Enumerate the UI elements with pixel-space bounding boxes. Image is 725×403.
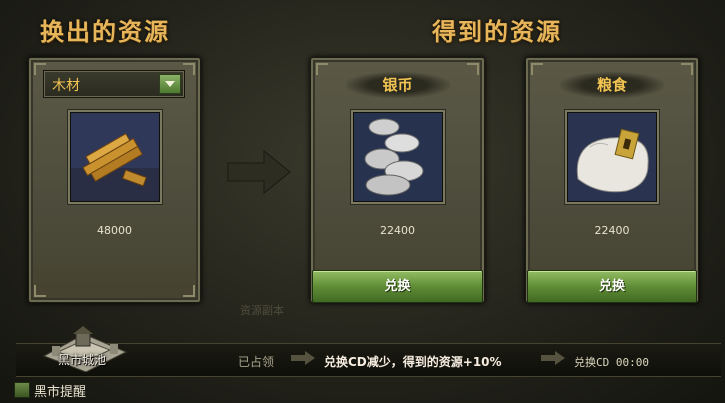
exchange-cd: 兑换CD 00:00 [574,356,649,369]
silver-coins-icon [352,112,443,202]
grain-sack-icon [567,112,657,202]
occupied-label: 已占领 [238,355,275,369]
exchange-grain-button[interactable]: 兑换 [527,270,697,303]
silver-label: 银币 [345,72,450,98]
arrow-right-icon [541,351,565,365]
reminder-label: 黑市提醒 [34,385,87,400]
grain-label: 粮食 [560,72,664,98]
receive-section-title: 得到的资源 [432,17,562,46]
receive-panel-silver: 银币 22400 兑换 [310,57,485,303]
wood-icon [69,112,160,202]
exchange-silver-button[interactable]: 兑换 [312,270,483,303]
reminder-checkbox[interactable] [14,382,30,398]
receive-panel-grain: 粮食 22400 兑换 [525,57,699,303]
grain-amount: 22400 [594,224,630,237]
faint-background-text: 资源副本 [240,304,284,317]
arrow-right-icon [227,150,291,194]
chevron-down-icon[interactable] [159,74,181,94]
arrow-right-icon [291,351,315,365]
resource-select[interactable]: 木材 [43,70,185,98]
give-section-title: 换出的资源 [40,17,170,46]
bonus-description: 兑换CD减少，得到的资源+10% [324,355,502,369]
give-amount: 48000 [97,224,132,237]
resource-select-value: 木材 [52,78,80,94]
silver-amount: 22400 [380,224,415,237]
city-name: 黑市城池 [58,353,107,367]
give-resource-panel: 木材 48000 [28,57,201,303]
